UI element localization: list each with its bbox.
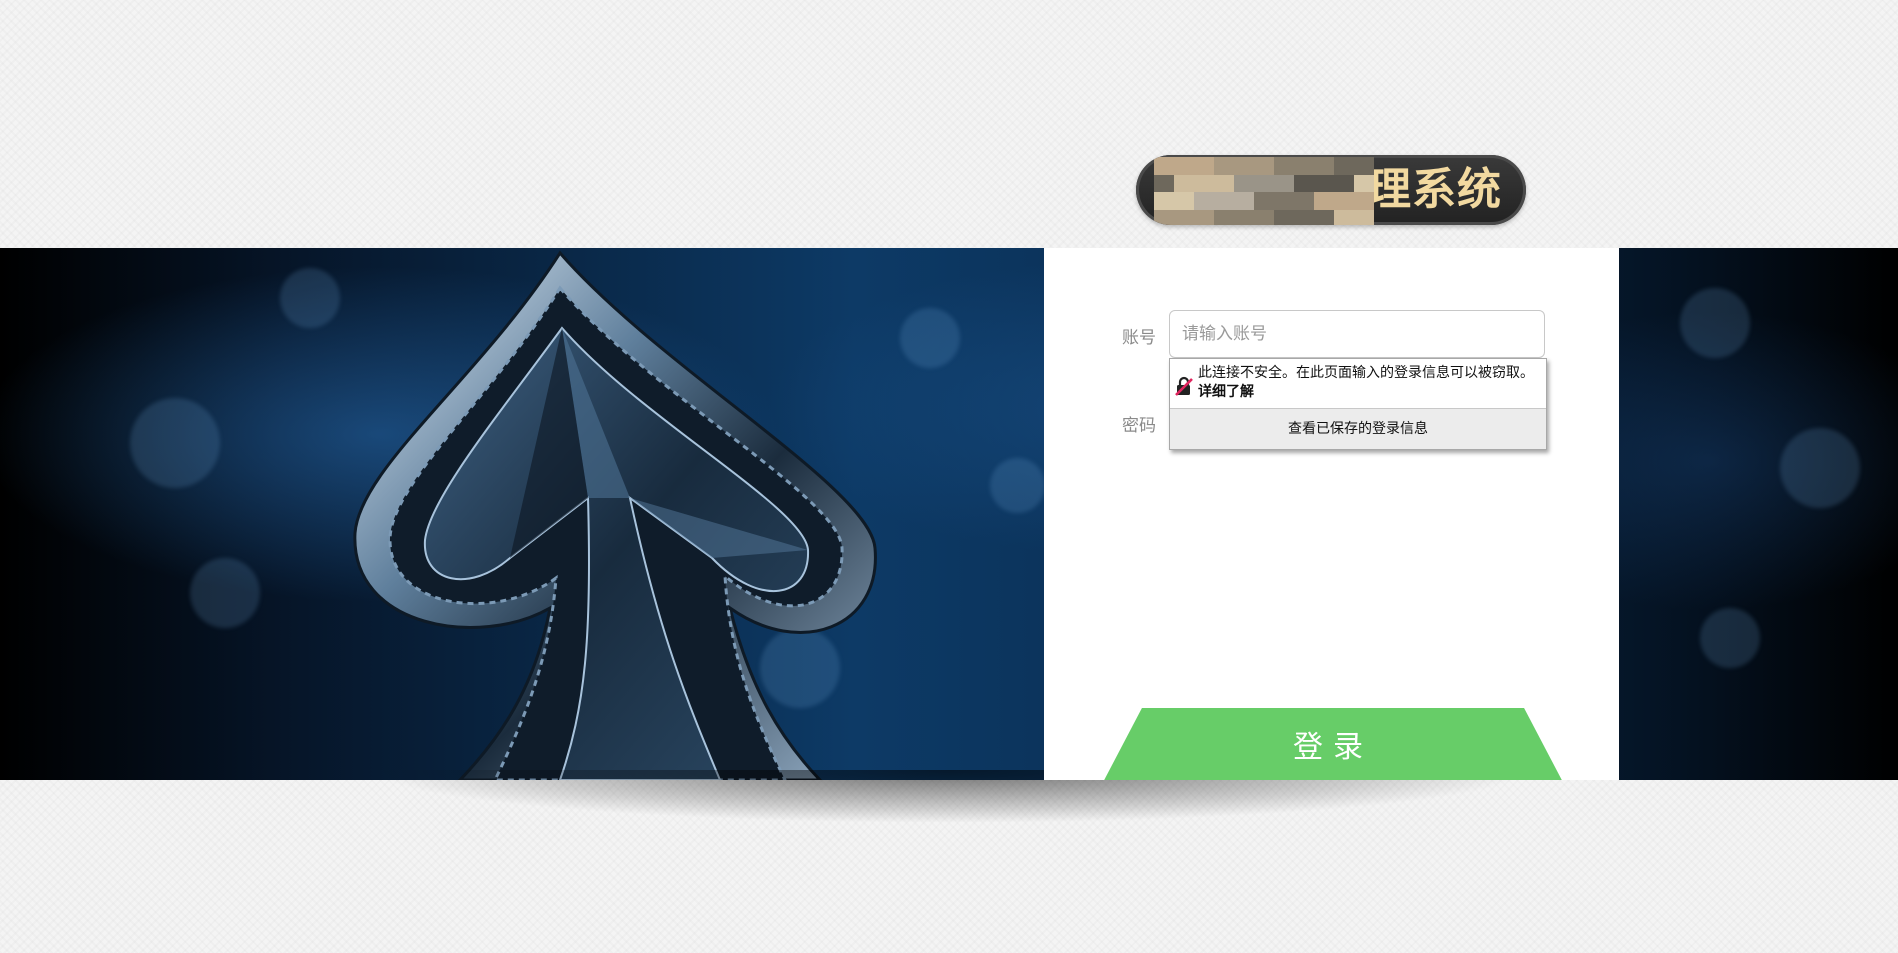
mosaic-tile	[1314, 209, 1334, 225]
mosaic-tile	[1274, 192, 1294, 210]
insecure-lock-icon	[1175, 376, 1193, 396]
mosaic-tile	[1354, 174, 1374, 192]
mosaic-tile	[1234, 157, 1254, 175]
learn-more-link[interactable]: 详细了解	[1198, 384, 1254, 400]
mosaic-tile	[1274, 157, 1294, 175]
mosaic-tile	[1354, 192, 1374, 210]
mosaic-tile	[1234, 174, 1254, 192]
mosaic-tile	[1294, 157, 1314, 175]
mosaic-tile	[1214, 174, 1234, 192]
mosaic-tile	[1354, 209, 1374, 225]
mosaic-tile	[1214, 157, 1234, 175]
system-title: 理系统	[1367, 164, 1502, 215]
login-button[interactable]: 登录	[1100, 708, 1566, 780]
mosaic-tile	[1314, 174, 1334, 192]
mosaic-tile	[1154, 192, 1174, 210]
bokeh-light	[1700, 608, 1760, 668]
autofill-popup: 此连接不安全。在此页面输入的登录信息可以被窃取。详细了解 查看已保存的登录信息	[1169, 358, 1547, 450]
mosaic-tile	[1334, 192, 1354, 210]
mosaic-tile	[1174, 209, 1194, 225]
bokeh-light	[190, 558, 260, 628]
mosaic-tile	[1274, 209, 1294, 225]
mosaic-tile	[1154, 157, 1174, 175]
mosaic-tile	[1354, 157, 1374, 175]
mosaic-tile	[1274, 174, 1294, 192]
pixelated-mosaic	[1154, 157, 1374, 225]
mosaic-tile	[1254, 157, 1274, 175]
mosaic-tile	[1334, 174, 1354, 192]
warning-message: 此连接不安全。在此页面输入的登录信息可以被窃取。详细了解	[1198, 364, 1538, 402]
banner-shadow	[230, 770, 1670, 890]
mosaic-tile	[1294, 192, 1314, 210]
mosaic-tile	[1314, 157, 1334, 175]
mosaic-tile	[1234, 209, 1254, 225]
mosaic-tile	[1254, 209, 1274, 225]
spade-icon	[353, 250, 877, 780]
mosaic-tile	[1174, 174, 1194, 192]
insecure-warning: 此连接不安全。在此页面输入的登录信息可以被窃取。详细了解	[1170, 359, 1546, 408]
bokeh-light	[130, 398, 220, 488]
bokeh-light	[1680, 288, 1750, 358]
mosaic-tile	[1154, 174, 1174, 192]
mosaic-tile	[1294, 209, 1314, 225]
account-label: 账号	[1122, 328, 1156, 348]
mosaic-tile	[1314, 192, 1334, 210]
account-input[interactable]	[1169, 310, 1545, 358]
mosaic-tile	[1154, 209, 1174, 225]
mosaic-tile	[1254, 174, 1274, 192]
mosaic-tile	[1174, 157, 1194, 175]
mosaic-tile	[1334, 209, 1354, 225]
warning-text: 此连接不安全。在此页面输入的登录信息可以被窃取。	[1198, 365, 1534, 381]
mosaic-tile	[1234, 192, 1254, 210]
mosaic-tile	[1194, 174, 1214, 192]
mosaic-tile	[1214, 192, 1234, 210]
view-saved-logins-button[interactable]: 查看已保存的登录信息	[1170, 408, 1546, 449]
mosaic-tile	[1194, 209, 1214, 225]
mosaic-tile	[1214, 209, 1234, 225]
login-panel: 账号 密码 此连接不安全。在此页面输入的登录信息可以被窃取。详细了解 查看已保存…	[1044, 248, 1619, 780]
bokeh-light	[990, 458, 1045, 513]
mosaic-tile	[1294, 174, 1314, 192]
mosaic-tile	[1174, 192, 1194, 210]
mosaic-tile	[1194, 192, 1214, 210]
mosaic-tile	[1334, 157, 1354, 175]
mosaic-tile	[1254, 192, 1274, 210]
mosaic-tile	[1194, 157, 1214, 175]
bokeh-light	[1780, 428, 1860, 508]
password-label: 密码	[1122, 416, 1156, 436]
system-logo: 理系统	[1136, 155, 1526, 225]
